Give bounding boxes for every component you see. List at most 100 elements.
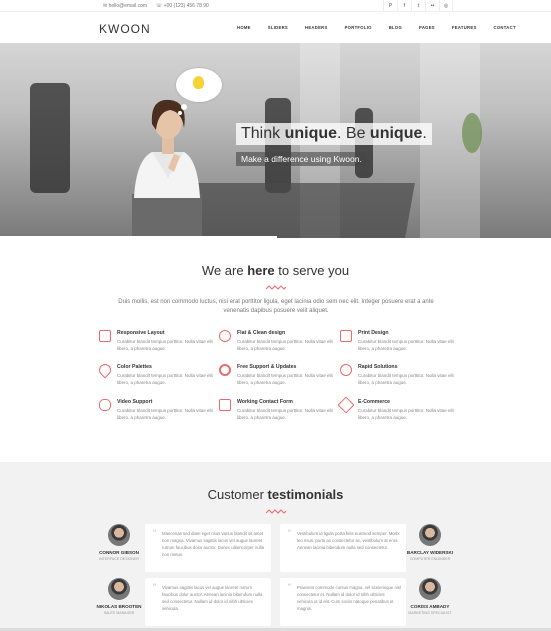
feature-title: Working Contact Form — [237, 399, 293, 405]
lightbulb-icon — [193, 76, 204, 89]
person-role: MARKETING SPECIALIST — [408, 611, 452, 615]
feature-title: Video Support — [117, 399, 153, 405]
main-navbar: KWOON HOME SLIDERS HEADERS PORTFOLIO BLO… — [0, 12, 551, 43]
form-icon — [219, 399, 231, 411]
person-name: CORISS AMBADY — [410, 604, 450, 609]
thought-bubble — [176, 68, 222, 102]
headline-mid: . Be — [337, 125, 370, 142]
feature-text: Curabitur blandit tempus porttitor. Null… — [358, 408, 454, 420]
feature-title: Print Design — [358, 330, 389, 336]
testimonial-card: “ Praesent commodo cursus magna, vel sce… — [280, 578, 406, 626]
feature-text: Curabitur blandit tempus porttitor. Null… — [358, 339, 454, 351]
feature-title: Rapid Solutions — [358, 364, 398, 370]
social-links: P f t •• ◎ — [383, 0, 453, 12]
drop-icon — [96, 361, 114, 379]
avatar — [108, 524, 130, 546]
heart-icon — [219, 330, 231, 342]
layout-icon — [99, 330, 111, 342]
menu-item-pages[interactable]: PAGES — [419, 25, 435, 30]
testimonial-text: Vivamus sagittis lacus vel augue laoreet… — [162, 585, 263, 611]
testimonials-section: Customer testimonials CONNOR GIBSON INTE… — [0, 462, 551, 631]
services-title: We are here to serve you — [0, 263, 551, 278]
phone-contact: ☏ +00 (123) 456 78 90 — [156, 3, 209, 9]
feature-text: Curabitur blandit tempus porttitor. Null… — [117, 373, 213, 385]
person-role: SALES MANAGER — [103, 611, 135, 615]
testimonial-card: “ Vivamus sagittis lacus vel augue laore… — [145, 578, 271, 626]
feature-title: Color Palettes — [117, 364, 152, 370]
avatar — [419, 578, 441, 600]
feature-title: Flat & Clean design — [237, 330, 286, 336]
testimonial-person: BARCLAY WIDERSKI COMPUTER ENGINEER — [405, 524, 455, 561]
menu-item-portfolio[interactable]: PORTFOLIO — [345, 25, 372, 30]
top-bar: ✉ hello@email.com ☏ +00 (123) 456 78 90 … — [0, 0, 551, 12]
lifebuoy-icon — [219, 364, 231, 376]
testimonial-person: CORISS AMBADY MARKETING SPECIALIST — [405, 578, 455, 615]
facebook-icon[interactable]: f — [397, 0, 411, 12]
person-role: INTERFACE DESIGNER — [99, 557, 139, 561]
person-name: BARCLAY WIDERSKI — [406, 550, 454, 555]
menu-item-sliders[interactable]: SLIDERS — [268, 25, 288, 30]
headline-bold-1: unique — [284, 125, 338, 142]
person-role: COMPUTER ENGINEER — [409, 557, 451, 561]
email-contact[interactable]: ✉ hello@email.com — [103, 3, 147, 9]
feature-text: Curabitur blandit tempus porttitor. Null… — [117, 408, 213, 420]
printer-icon — [340, 330, 352, 342]
main-menu: HOME SLIDERS HEADERS PORTFOLIO BLOG PAGE… — [237, 25, 533, 30]
services-section: We are here to serve you Duis mollis, es… — [0, 238, 551, 462]
menu-item-home[interactable]: HOME — [237, 25, 251, 30]
testimonials-title-pre: Customer — [207, 487, 268, 502]
twitter-icon[interactable]: t — [411, 0, 425, 12]
menu-item-features[interactable]: FEATURES — [452, 25, 477, 30]
thought-dot — [178, 111, 182, 115]
testimonial-text: Maecenas sed diam eget risus varius blan… — [162, 531, 264, 557]
clock-icon — [340, 364, 352, 376]
person-name: CONNOR GIBSON — [99, 550, 139, 555]
quote-icon: “ — [153, 582, 156, 592]
feature-text: Curabitur blandit tempus porttitor. Null… — [237, 408, 333, 420]
video-icon — [99, 399, 111, 411]
services-title-pre: We are — [201, 263, 248, 278]
wave-divider-icon — [265, 285, 287, 290]
services-intro: Duis mollis, est non commodo luctus, nis… — [118, 299, 434, 314]
hero-headline: Think unique. Be unique. — [236, 123, 432, 145]
flickr-icon[interactable]: •• — [425, 0, 439, 12]
hero-subline: Make a difference using Kwoon. — [236, 152, 367, 166]
menu-item-blog[interactable]: BLOG — [389, 25, 402, 30]
person-name: NIKOLAS BROOTEN — [96, 604, 142, 609]
avatar — [419, 524, 441, 546]
testimonial-card: “ Maecenas sed diam eget risus varius bl… — [145, 524, 271, 572]
feature-text: Curabitur blandit tempus porttitor. Null… — [237, 339, 333, 351]
quote-icon: “ — [288, 528, 291, 538]
feature-text: Curabitur blandit tempus porttitor. Null… — [358, 373, 454, 385]
feature-text: Curabitur blandit tempus porttitor. Null… — [237, 373, 333, 385]
chair-shape — [30, 83, 70, 193]
headline-end: . — [422, 125, 427, 142]
feature-title: E-Commerce — [358, 399, 391, 405]
testimonial-person: NIKOLAS BROOTEN SALES MANAGER — [94, 578, 144, 615]
menu-item-headers[interactable]: HEADERS — [305, 25, 328, 30]
email-text: hello@email.com — [108, 3, 148, 9]
menu-item-contact[interactable]: CONTACT — [494, 25, 516, 30]
avatar — [108, 578, 130, 600]
feature-title: Free Support & Updates — [237, 364, 297, 370]
feature-text: Curabitur blandit tempus porttitor. Null… — [117, 339, 213, 351]
thought-dot — [181, 104, 187, 110]
instagram-icon[interactable]: ◎ — [439, 0, 453, 12]
testimonial-text: Praesent commodo cursus magna, vel scele… — [297, 585, 401, 611]
testimonials-title: Customer testimonials — [0, 487, 551, 502]
pinterest-icon[interactable]: P — [383, 0, 397, 12]
quote-icon: “ — [288, 582, 291, 592]
headline-pre: Think — [241, 125, 285, 142]
services-title-post: to serve you — [274, 263, 350, 278]
chair-shape — [265, 98, 291, 193]
conference-table — [175, 183, 415, 238]
testimonial-person: CONNOR GIBSON INTERFACE DESIGNER — [94, 524, 144, 561]
testimonial-text: Vestibulum id ligula porta felis euismod… — [297, 531, 400, 550]
logo[interactable]: KWOON — [99, 22, 151, 36]
testimonial-card: “ Vestibulum id ligula porta felis euism… — [280, 524, 406, 572]
testimonials-title-bold: testimonials — [267, 487, 344, 502]
services-title-bold: here — [247, 263, 275, 278]
wave-divider-icon — [265, 509, 287, 514]
phone-text: +00 (123) 456 78 90 — [163, 3, 209, 9]
headline-bold-2: unique — [369, 125, 423, 142]
